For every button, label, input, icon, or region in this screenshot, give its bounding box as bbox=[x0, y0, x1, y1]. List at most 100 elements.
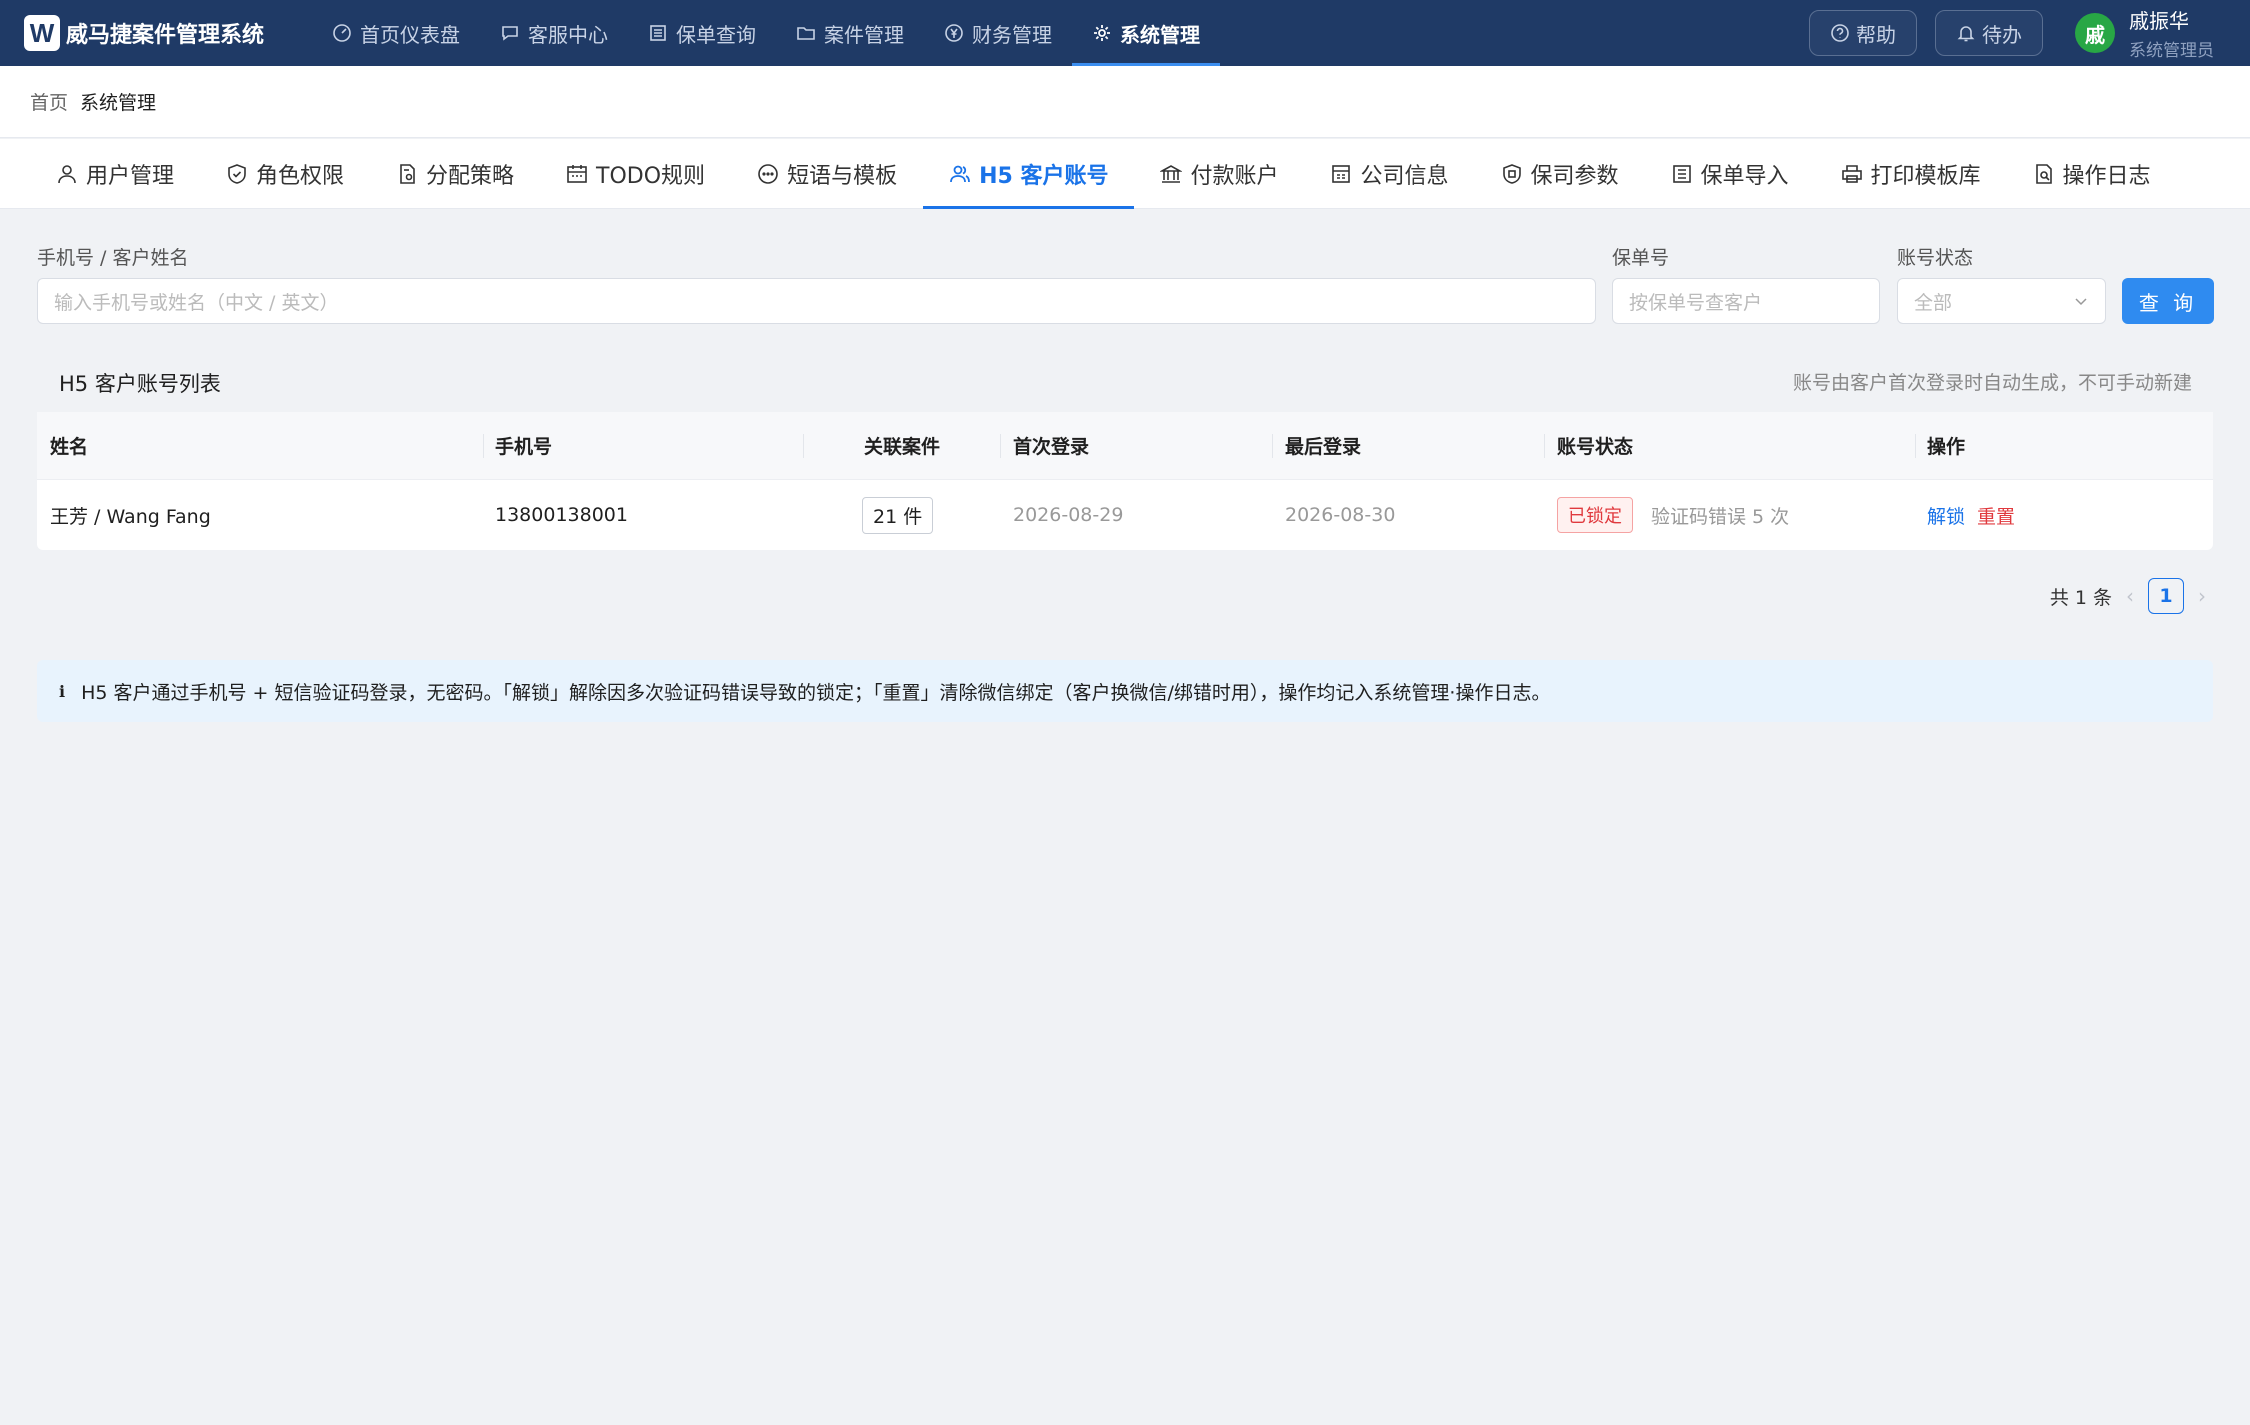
cases-badge[interactable]: 21 件 bbox=[862, 496, 934, 534]
tab-label: 操作日志 bbox=[2062, 164, 2151, 189]
info-banner: i H5 客户通过手机号 + 短信验证码登录，无密码。「解锁」解除因多次验证码错… bbox=[37, 660, 2213, 722]
nav-system-management[interactable]: 系统管理 bbox=[1072, 0, 1221, 66]
tab-operation-log[interactable]: 操作日志 bbox=[2007, 139, 2177, 209]
table-header: 姓名 手机号 关联案件 首次登录 最后登录 账号状态 操作 bbox=[37, 412, 2213, 480]
nav-case-management[interactable]: 案件管理 bbox=[776, 0, 924, 66]
unlock-button[interactable]: 解锁 bbox=[1927, 502, 1965, 529]
row-status-cell: 已锁定 验证码错误 5 次 bbox=[1557, 480, 1789, 550]
tab-h5-customer-account[interactable]: H5 客户账号 bbox=[923, 139, 1135, 209]
help-icon bbox=[1831, 24, 1849, 42]
nav-policy-query[interactable]: 保单查询 bbox=[628, 0, 776, 66]
top-right-area: 帮助 待办 戚 戚振华 系统管理员 bbox=[1809, 0, 2250, 66]
brand[interactable]: W 威马捷案件管理系统 bbox=[24, 15, 264, 51]
nav-service-center[interactable]: 客服中心 bbox=[480, 0, 628, 66]
tab-label: 分配策略 bbox=[426, 164, 515, 189]
policy-no-label: 保单号 bbox=[1612, 247, 1670, 269]
nav-label: 保单查询 bbox=[676, 22, 757, 47]
row-phone: 13800138001 bbox=[495, 504, 628, 526]
user-name: 戚振华 bbox=[2129, 9, 2189, 33]
tab-todo-rules[interactable]: TODO规则 bbox=[540, 139, 731, 209]
avatar: 戚 bbox=[2075, 13, 2115, 53]
nav-label: 客服中心 bbox=[528, 22, 609, 47]
tab-label: 打印模板库 bbox=[1870, 164, 1981, 189]
top-bar: W 威马捷案件管理系统 首页仪表盘 客服中心 保单查询 案件管理 财务管理 系统… bbox=[0, 0, 2250, 66]
next-page-icon[interactable]: › bbox=[2198, 584, 2206, 608]
col-status: 账号状态 bbox=[1557, 436, 1634, 458]
tab-assign-strategy[interactable]: 分配策略 bbox=[370, 139, 540, 209]
col-name: 姓名 bbox=[50, 436, 89, 458]
chat-icon bbox=[502, 26, 518, 41]
tab-label: 角色权限 bbox=[256, 164, 345, 189]
nav-label: 系统管理 bbox=[1120, 22, 1201, 47]
gauge-icon bbox=[333, 24, 351, 42]
folder-icon bbox=[797, 27, 815, 40]
status-reason: 验证码错误 5 次 bbox=[1651, 505, 1790, 528]
user-menu[interactable]: 戚 戚振华 系统管理员 bbox=[2075, 5, 2214, 61]
breadcrumb: 首页 系统管理 bbox=[0, 66, 2250, 138]
tab-policy-import[interactable]: 保单导入 bbox=[1645, 139, 1815, 209]
todo-button[interactable]: 待办 bbox=[1935, 10, 2043, 56]
col-phone: 手机号 bbox=[495, 436, 553, 458]
nav-finance[interactable]: 财务管理 bbox=[924, 0, 1072, 66]
status-badge: 已锁定 bbox=[1557, 497, 1633, 533]
row-cases-cell: 21 件 bbox=[862, 480, 934, 550]
app-logo: W bbox=[24, 15, 60, 51]
building-icon bbox=[1332, 165, 1351, 183]
tab-label: 用户管理 bbox=[86, 164, 175, 189]
help-button[interactable]: 帮助 bbox=[1809, 10, 1917, 56]
page-1-button[interactable]: 1 bbox=[2148, 578, 2184, 614]
yen-icon bbox=[945, 24, 963, 42]
tab-payment-account[interactable]: 付款账户 bbox=[1134, 139, 1304, 209]
row-actions: 解锁 重置 bbox=[1927, 480, 2015, 550]
message-icon bbox=[758, 164, 778, 184]
tab-label: H5 客户账号 bbox=[979, 164, 1109, 189]
doc-settings-icon bbox=[400, 164, 415, 184]
col-first-login: 首次登录 bbox=[1013, 436, 1090, 458]
col-divider bbox=[483, 434, 484, 458]
main-nav: 首页仪表盘 客服中心 保单查询 案件管理 财务管理 系统管理 bbox=[312, 0, 1221, 66]
tab-role-permission[interactable]: 角色权限 bbox=[200, 139, 370, 209]
list-icon bbox=[650, 25, 666, 41]
tab-user-management[interactable]: 用户管理 bbox=[30, 139, 200, 209]
log-icon bbox=[2035, 164, 2052, 184]
user-icon bbox=[58, 165, 76, 184]
import-icon bbox=[1672, 165, 1691, 183]
customer-account-table: 姓名 手机号 关联案件 首次登录 最后登录 账号状态 操作 王芳 / Wang … bbox=[37, 412, 2213, 550]
col-cases: 关联案件 bbox=[864, 436, 941, 458]
tab-label: 公司信息 bbox=[1360, 164, 1449, 189]
nav-dashboard[interactable]: 首页仪表盘 bbox=[312, 0, 480, 66]
shield-icon bbox=[1502, 164, 1521, 184]
breadcrumb-home[interactable]: 首页 bbox=[30, 88, 68, 115]
prev-page-icon[interactable]: ‹ bbox=[2126, 584, 2134, 608]
account-status-label: 账号状态 bbox=[1897, 247, 1974, 269]
phone-name-input[interactable]: 输入手机号或姓名（中文 / 英文） bbox=[37, 278, 1596, 324]
tab-print-template[interactable]: 打印模板库 bbox=[1815, 139, 2007, 209]
list-title: H5 客户账号列表 bbox=[59, 372, 221, 396]
tab-insurer-params[interactable]: 保司参数 bbox=[1475, 139, 1645, 209]
reset-button[interactable]: 重置 bbox=[1977, 502, 2015, 529]
nav-label: 首页仪表盘 bbox=[360, 22, 461, 47]
info-icon: i bbox=[59, 681, 66, 701]
breadcrumb-current: 系统管理 bbox=[80, 92, 157, 114]
help-label: 帮助 bbox=[1856, 22, 1896, 47]
gear-icon bbox=[1094, 25, 1111, 41]
col-divider bbox=[1000, 434, 1001, 458]
query-button[interactable]: 查 询 bbox=[2122, 278, 2214, 324]
nav-label: 财务管理 bbox=[972, 22, 1053, 47]
tab-phrase-template[interactable]: 短语与模板 bbox=[731, 139, 923, 209]
policy-no-input[interactable]: 按保单号查客户 bbox=[1612, 278, 1880, 324]
row-name: 王芳 / Wang Fang bbox=[50, 505, 211, 528]
row-last-login: 2026-08-30 bbox=[1285, 504, 1396, 526]
shield-check-icon bbox=[228, 164, 246, 184]
col-last-login: 最后登录 bbox=[1285, 436, 1362, 458]
row-first-login: 2026-08-29 bbox=[1013, 504, 1124, 526]
col-divider bbox=[1272, 434, 1273, 458]
col-divider bbox=[1915, 434, 1916, 458]
nav-label: 案件管理 bbox=[824, 22, 905, 47]
users-icon bbox=[950, 165, 970, 183]
user-info: 戚振华 系统管理员 bbox=[2129, 5, 2214, 61]
tab-company-info[interactable]: 公司信息 bbox=[1304, 139, 1474, 209]
account-status-select[interactable]: 全部 bbox=[1897, 278, 2106, 324]
col-divider bbox=[1544, 434, 1545, 458]
user-role: 系统管理员 bbox=[2129, 41, 2214, 61]
